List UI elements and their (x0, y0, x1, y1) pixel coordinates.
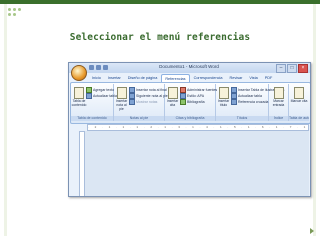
insert-citation-icon[interactable] (168, 87, 178, 99)
group-citas: Insertar cita Administrar fuentes Estilo… (165, 84, 217, 121)
mark-citation-button[interactable]: Marcar cita (289, 99, 309, 103)
horizontal-ruler[interactable]: · 2 · 1 · 1 · 1 · 2 · 1 · 3 · 1 · 4 · 1 … (87, 124, 310, 131)
ribbon-tabs: Inicio Insertar Diseño de página Referen… (89, 74, 275, 82)
undo-icon[interactable] (96, 65, 101, 70)
redo-icon[interactable] (103, 65, 108, 70)
show-notes-button[interactable]: Mostrar notas (129, 98, 157, 105)
style-dropdown[interactable]: Estilo: APA (180, 92, 204, 99)
table-of-contents-button[interactable]: Tabla de contenido (71, 99, 87, 107)
tab-revisar[interactable]: Revisar (227, 74, 246, 82)
word-screenshot: Documento1 - Microsoft Word – □ × Inicio… (68, 62, 311, 197)
group-tabla-contenido: Tabla de contenido Agregar texto Actuali… (71, 84, 117, 121)
update-table-button[interactable]: Actualizar tabla (86, 92, 117, 99)
tab-pdf[interactable]: PDF (262, 74, 276, 82)
insert-caption-button[interactable]: Insertar título (216, 99, 231, 107)
tab-vista[interactable]: Vista (246, 74, 260, 82)
group-label-autoridades: Tabla de autoridades (289, 116, 309, 121)
cross-reference-button[interactable]: Referencia cruzada (231, 98, 268, 105)
save-icon[interactable] (89, 65, 94, 70)
insert-endnote-button[interactable]: Insertar nota al final (129, 86, 167, 93)
tab-inicio[interactable]: Inicio (89, 74, 104, 82)
group-label-citas: Citas y bibliografía (165, 116, 215, 121)
window-title: Documento1 - Microsoft Word (159, 64, 219, 69)
manage-sources-button[interactable]: Administrar fuentes (180, 86, 217, 93)
footnote-icon[interactable] (117, 87, 127, 99)
tab-insertar[interactable]: Insertar (105, 74, 124, 82)
next-slide-arrow-icon (310, 228, 314, 234)
tab-referencias[interactable]: Referencias (161, 74, 190, 82)
cross-reference-icon (231, 98, 237, 105)
ruler-marks: · 2 · 1 · 1 · 1 · 2 · 1 · 3 · 1 · 4 · 1 … (88, 125, 310, 129)
add-text-button[interactable]: Agregar texto (86, 86, 114, 93)
show-notes-icon (129, 98, 135, 105)
insert-footnote-button[interactable]: Insertar nota al pie (114, 99, 129, 111)
slide-title: Seleccionar el menú referencias (69, 32, 251, 43)
table-of-contents-icon[interactable] (74, 87, 84, 99)
group-indice: Marcar entrada Índice (269, 84, 289, 121)
group-label-titulos: Títulos (216, 116, 268, 121)
slide-top-bar (0, 0, 320, 4)
office-button[interactable] (71, 65, 87, 81)
word-title-bar: Documento1 - Microsoft Word – □ × (69, 63, 310, 73)
insert-citation-button[interactable]: Insertar cita (165, 99, 180, 107)
tab-correspondencia[interactable]: Correspondencia (191, 74, 226, 82)
group-autoridades: Marcar cita Tabla de autoridades (289, 84, 309, 121)
mark-entry-button[interactable]: Marcar entrada (269, 99, 288, 107)
update-icon (86, 92, 92, 99)
ribbon-referencias: Tabla de contenido Agregar texto Actuali… (70, 82, 310, 124)
bibliography-icon (180, 98, 186, 105)
next-footnote-button[interactable]: Siguiente nota al pie (129, 92, 168, 99)
minimize-button[interactable]: – (276, 64, 286, 73)
maximize-button[interactable]: □ (287, 64, 297, 73)
corner-decoration (6, 6, 26, 18)
update-figures-table-button[interactable]: Actualizar tabla (231, 92, 262, 99)
tab-diseno-pagina[interactable]: Diseño de página (125, 74, 161, 82)
group-label-notas-pie: Notas al pie (114, 116, 164, 121)
mark-citation-icon[interactable] (294, 87, 304, 99)
window-controls: – □ × (276, 64, 308, 73)
mark-entry-icon[interactable] (274, 87, 284, 99)
close-button[interactable]: × (298, 64, 308, 73)
group-titulos: Insertar título Insertar Tabla de ilustr… (216, 84, 284, 121)
group-label-indice: Índice (269, 116, 288, 121)
quick-access-toolbar[interactable] (89, 65, 108, 71)
insert-caption-icon[interactable] (219, 87, 229, 99)
group-label-tabla-contenido: Tabla de contenido (71, 116, 113, 121)
document-area[interactable] (85, 131, 309, 196)
group-notas-pie: Insertar nota al pie Insertar nota al fi… (114, 84, 168, 121)
bibliography-button[interactable]: Bibliografía (180, 98, 205, 105)
